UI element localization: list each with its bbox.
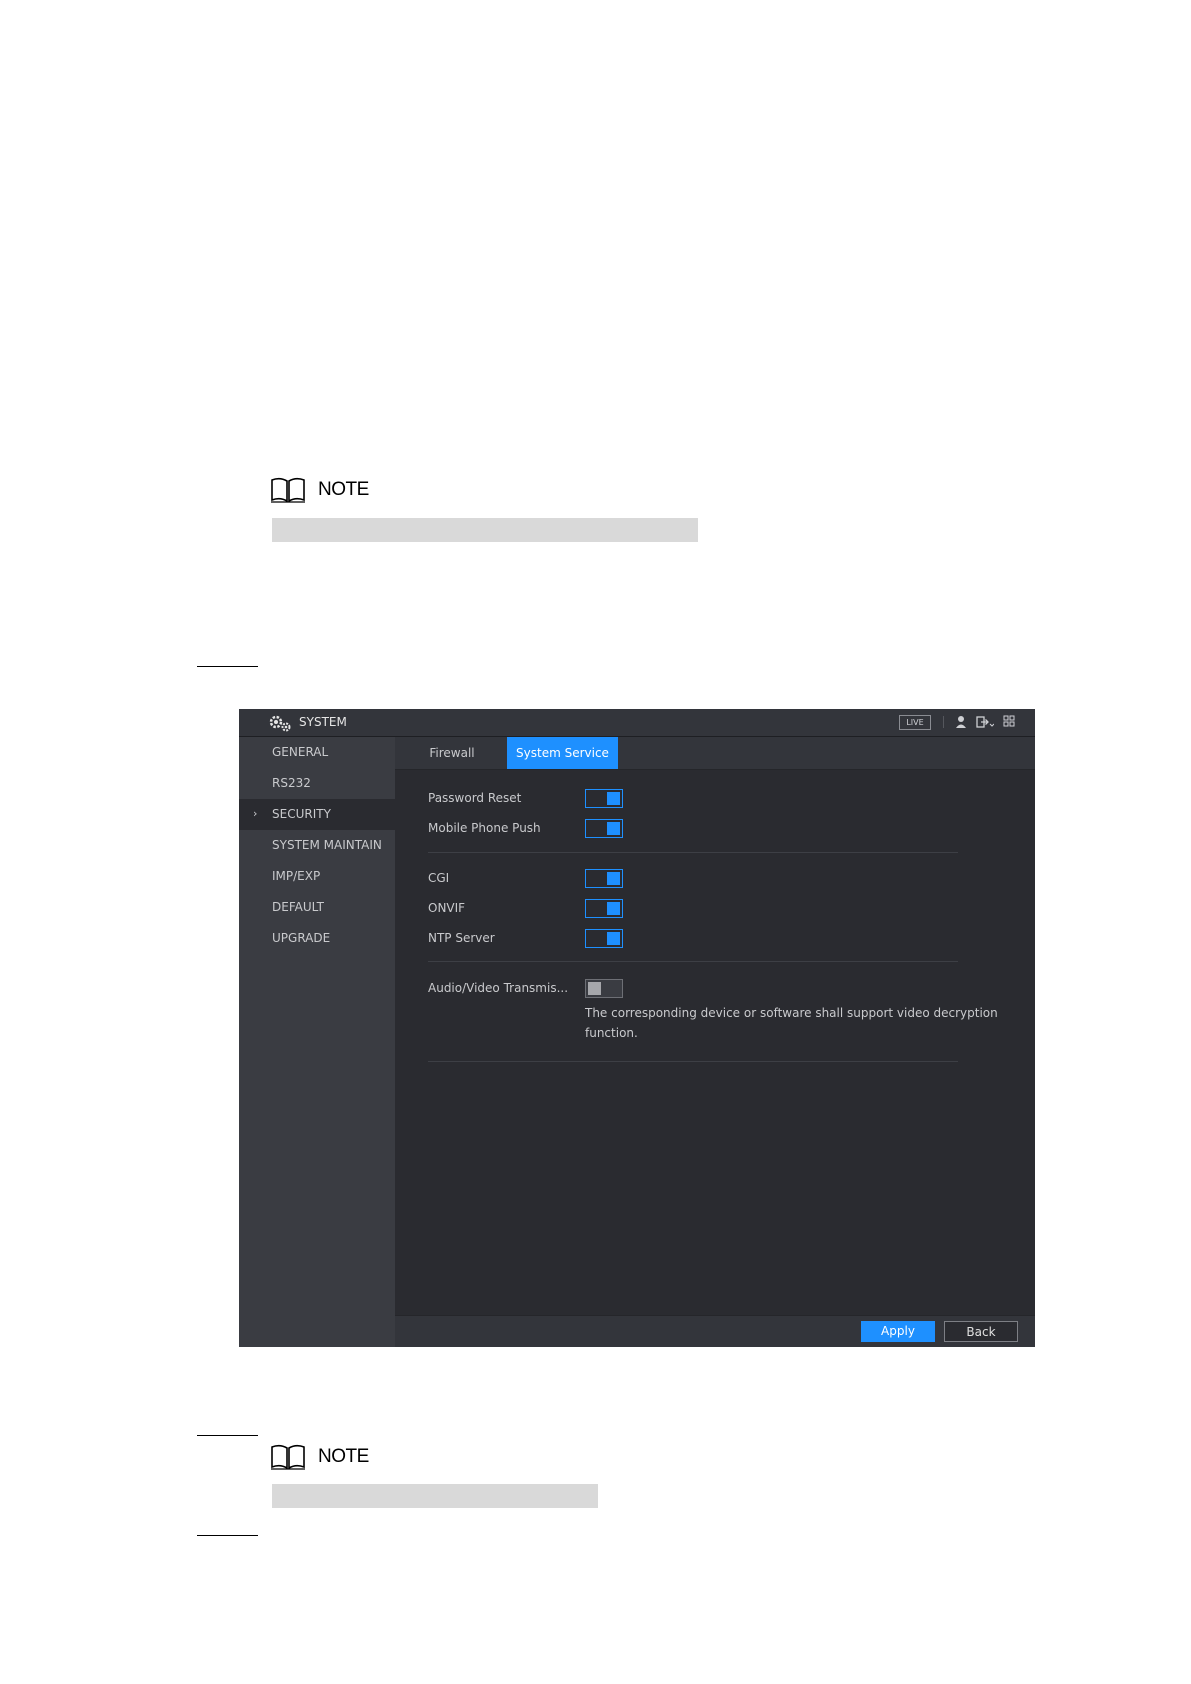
toggle-knob	[607, 792, 620, 805]
step-underline	[197, 1535, 258, 1536]
sidebar-item-default[interactable]: DEFAULT	[239, 892, 395, 923]
note-redacted-bar	[272, 1484, 598, 1508]
toggle-knob	[588, 982, 601, 995]
toggle-knob	[607, 902, 620, 915]
password-reset-toggle[interactable]	[585, 789, 623, 808]
tab-firewall[interactable]: Firewall	[409, 737, 495, 769]
onvif-toggle[interactable]	[585, 899, 623, 918]
toolbar-divider	[943, 716, 944, 728]
onvif-label: ONVIF	[428, 901, 466, 915]
sidebar-item-label: SECURITY	[272, 807, 331, 821]
toggle-knob	[607, 822, 620, 835]
sidebar-item-label: RS232	[272, 776, 311, 790]
av-transmission-label: Audio/Video Transmis...	[428, 981, 569, 995]
mobile-phone-push-label: Mobile Phone Push	[428, 821, 541, 835]
sidebar-item-label: SYSTEM MAINTAIN	[272, 838, 382, 852]
gears-icon	[269, 715, 291, 732]
book-icon	[271, 1444, 305, 1470]
section-divider	[428, 961, 958, 962]
user-icon[interactable]	[955, 715, 967, 729]
sidebar-item-label: UPGRADE	[272, 931, 331, 945]
book-icon	[271, 477, 305, 503]
password-reset-label: Password Reset	[428, 791, 522, 805]
dvr-system-window: SYSTEM LIVE GENERAL RS232 › SECURITY SYS…	[239, 709, 1035, 1347]
sidebar-item-upgrade[interactable]: UPGRADE	[239, 923, 395, 954]
step-underline	[197, 666, 258, 667]
cgi-toggle[interactable]	[585, 869, 623, 888]
title-bar: SYSTEM LIVE	[239, 709, 1035, 737]
note-label: NOTE	[318, 1446, 369, 1467]
sidebar-item-imp-exp[interactable]: IMP/EXP	[239, 861, 395, 892]
sidebar-item-security[interactable]: › SECURITY	[239, 799, 395, 830]
note-block-1: NOTE	[270, 476, 369, 504]
step-underline	[197, 1435, 258, 1436]
footer-bar: Apply Back	[395, 1315, 1035, 1347]
av-transmission-hint: The corresponding device or software sha…	[585, 1006, 998, 1040]
logout-icon[interactable]	[976, 715, 994, 729]
tab-bar: Firewall System Service	[395, 737, 1035, 770]
note-block-2: NOTE	[270, 1443, 369, 1471]
window-title: SYSTEM	[299, 715, 347, 729]
av-transmission-toggle[interactable]	[585, 979, 623, 998]
chevron-right-icon: ›	[253, 807, 258, 820]
cgi-label: CGI	[428, 871, 450, 885]
ntp-server-toggle[interactable]	[585, 929, 623, 948]
section-divider	[428, 1061, 958, 1062]
toggle-knob	[607, 872, 620, 885]
section-divider	[428, 852, 958, 853]
ntp-server-label: NTP Server	[428, 931, 495, 945]
sidebar-item-label: DEFAULT	[272, 900, 324, 914]
toggle-knob	[607, 932, 620, 945]
tab-system-service[interactable]: System Service	[507, 737, 618, 769]
apply-button[interactable]: Apply	[861, 1321, 935, 1342]
live-button[interactable]: LIVE	[899, 715, 931, 730]
sidebar-item-general[interactable]: GENERAL	[239, 737, 395, 768]
sidebar-item-label: GENERAL	[272, 745, 329, 759]
mobile-phone-push-toggle[interactable]	[585, 819, 623, 838]
sidebar: GENERAL RS232 › SECURITY SYSTEM MAINTAIN…	[239, 737, 395, 1347]
note-redacted-bar	[272, 518, 698, 542]
back-button[interactable]: Back	[944, 1321, 1018, 1342]
content-panel: Firewall System Service Password Reset M…	[395, 737, 1035, 1347]
grid-menu-icon[interactable]	[1003, 715, 1015, 727]
sidebar-item-label: IMP/EXP	[272, 869, 321, 883]
note-label: NOTE	[318, 479, 369, 500]
sidebar-item-rs232[interactable]: RS232	[239, 768, 395, 799]
sidebar-item-system-maintain[interactable]: SYSTEM MAINTAIN	[239, 830, 395, 861]
